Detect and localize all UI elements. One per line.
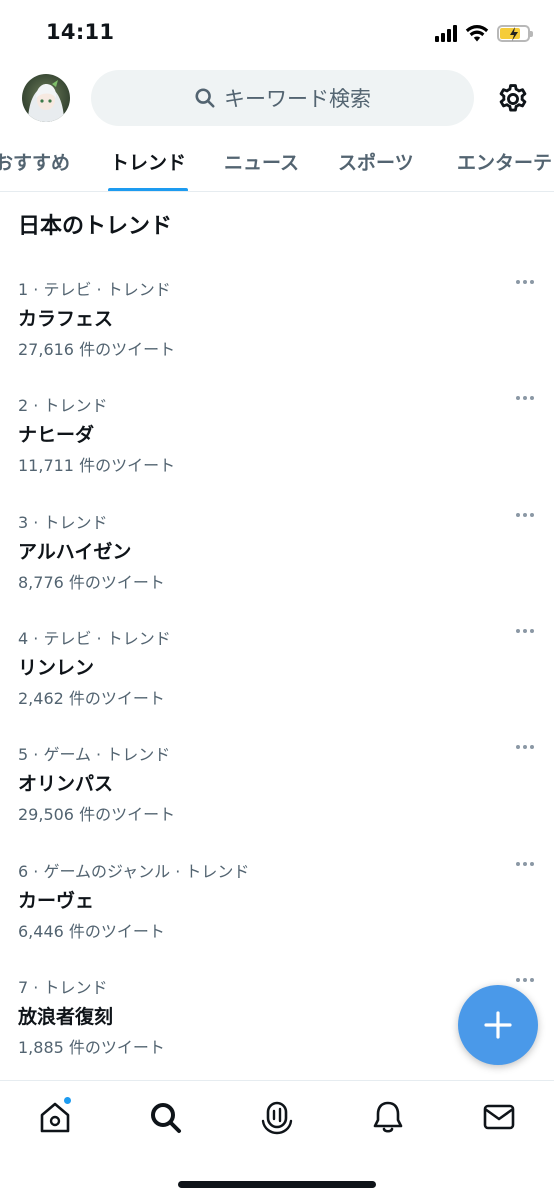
tab-sports[interactable]: スポーツ <box>338 148 414 175</box>
home-indicator[interactable] <box>178 1181 376 1188</box>
trend-meta: 5 · ゲーム · トレンド <box>18 745 171 764</box>
section-title: 日本のトレンド <box>18 214 173 239</box>
search-input[interactable]: キーワード検索 <box>91 70 474 126</box>
more-icon[interactable] <box>516 978 534 982</box>
trend-item[interactable]: 2 · トレンド ナヒーダ 11,711 件のツイート <box>0 392 554 508</box>
trend-name: カーヴェ <box>18 890 95 912</box>
notification-dot <box>63 1096 72 1105</box>
search-icon <box>151 1103 181 1133</box>
trend-item[interactable]: 1 · テレビ · トレンド カラフェス 27,616 件のツイート <box>0 276 554 392</box>
tab-recommended[interactable]: おすすめ <box>0 148 70 175</box>
battery-icon <box>497 24 533 42</box>
more-icon[interactable] <box>516 280 534 284</box>
trend-count: 11,711 件のツイート <box>18 456 176 475</box>
search-placeholder: キーワード検索 <box>224 87 371 111</box>
gear-icon[interactable] <box>496 82 530 116</box>
plus-icon <box>484 1011 512 1039</box>
tab-entertainment[interactable]: エンターテ <box>457 148 552 175</box>
trend-count: 8,776 件のツイート <box>18 573 165 592</box>
nav-spaces[interactable] <box>259 1099 295 1135</box>
trend-count: 29,506 件のツイート <box>18 805 176 824</box>
trend-count: 2,462 件のツイート <box>18 689 165 708</box>
trend-count: 27,616 件のツイート <box>18 340 176 359</box>
trend-item[interactable]: 5 · ゲーム · トレンド オリンパス 29,506 件のツイート <box>0 741 554 857</box>
trend-item[interactable]: 4 · テレビ · トレンド リンレン 2,462 件のツイート <box>0 625 554 741</box>
nav-messages[interactable] <box>481 1099 517 1135</box>
more-icon[interactable] <box>516 629 534 633</box>
trend-name: リンレン <box>18 657 95 679</box>
trend-item[interactable]: 3 · トレンド アルハイゼン 8,776 件のツイート <box>0 509 554 625</box>
tab-news[interactable]: ニュース <box>224 148 299 175</box>
trend-meta: 3 · トレンド <box>18 513 108 532</box>
tab-bar: おすすめ トレンド ニュース スポーツ エンターテ <box>0 132 554 192</box>
trend-count: 1,885 件のツイート <box>18 1038 165 1057</box>
bell-icon <box>373 1101 403 1133</box>
mail-icon <box>483 1104 515 1130</box>
trend-meta: 7 · トレンド <box>18 978 108 997</box>
trend-name: ナヒーダ <box>18 424 95 446</box>
trend-name: アルハイゼン <box>18 541 132 563</box>
more-icon[interactable] <box>516 396 534 400</box>
cellular-signal-icon <box>435 24 457 42</box>
trend-name: カラフェス <box>18 308 114 330</box>
trend-meta: 4 · テレビ · トレンド <box>18 629 171 648</box>
bottom-nav <box>0 1080 554 1199</box>
nav-search[interactable] <box>147 1099 183 1135</box>
compose-button[interactable] <box>458 985 538 1065</box>
more-icon[interactable] <box>516 862 534 866</box>
trend-meta: 6 · ゲームのジャンル · トレンド <box>18 862 250 881</box>
status-bar: 14:11 <box>0 0 554 62</box>
nav-home[interactable] <box>37 1096 73 1135</box>
trend-count: 6,446 件のツイート <box>18 922 165 941</box>
search-icon <box>195 88 215 108</box>
active-tab-indicator <box>108 188 188 191</box>
status-icons <box>435 24 533 42</box>
nav-notifications[interactable] <box>370 1099 406 1135</box>
tab-trends[interactable]: トレンド <box>110 148 186 175</box>
trend-name: 放浪者復刻 <box>18 1006 114 1028</box>
trend-meta: 2 · トレンド <box>18 396 108 415</box>
more-icon[interactable] <box>516 513 534 517</box>
avatar[interactable] <box>22 74 70 122</box>
wifi-icon <box>465 25 489 42</box>
trend-name: オリンパス <box>18 773 114 795</box>
more-icon[interactable] <box>516 745 534 749</box>
spaces-icon <box>261 1101 293 1135</box>
trend-meta: 1 · テレビ · トレンド <box>18 280 171 299</box>
trend-item[interactable]: 6 · ゲームのジャンル · トレンド カーヴェ 6,446 件のツイート <box>0 858 554 974</box>
status-time: 14:11 <box>46 20 115 44</box>
top-header: キーワード検索 <box>0 68 554 130</box>
